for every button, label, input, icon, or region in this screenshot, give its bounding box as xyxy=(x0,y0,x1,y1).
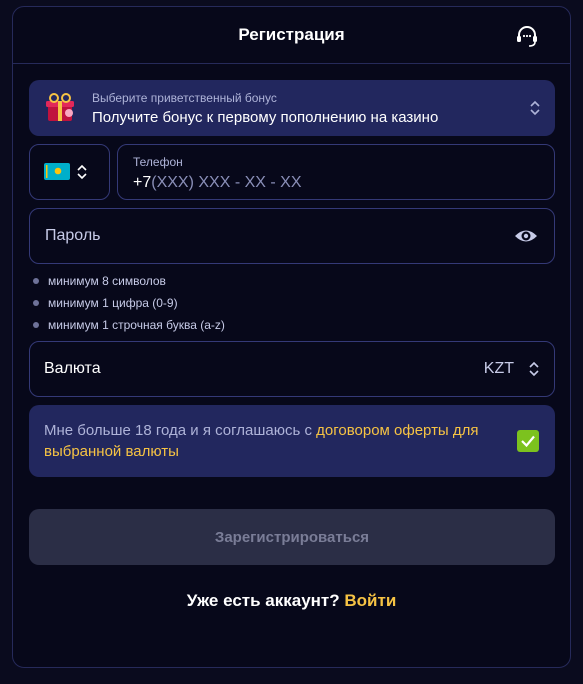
phone-mask: (XXX) XXX - XX - XX xyxy=(151,174,302,191)
agreement-box: Мне больше 18 года и я соглашаюсь с дого… xyxy=(29,405,555,477)
phone-input[interactable]: +7(XXX) XXX - XX - XX xyxy=(133,174,302,192)
phone-field[interactable]: Телефон +7(XXX) XXX - XX - XX xyxy=(117,144,555,200)
kazakhstan-flag-icon xyxy=(44,163,70,180)
support-headset-icon[interactable] xyxy=(514,23,540,49)
header: Регистрация xyxy=(13,7,570,64)
chevron-updown-icon xyxy=(77,164,87,180)
phone-prefix: +7 xyxy=(133,174,152,191)
password-rules: минимум 8 символов минимум 1 цифра (0-9)… xyxy=(33,270,225,336)
bonus-selector[interactable]: Выберите приветственный бонус Получите б… xyxy=(29,80,555,136)
currency-label: Валюта xyxy=(44,360,101,377)
page-title: Регистрация xyxy=(238,25,345,44)
register-button[interactable]: Зарегистрироваться xyxy=(29,509,555,565)
bullet-icon xyxy=(33,300,39,306)
phone-label: Телефон xyxy=(133,155,183,169)
agreement-text: Мне больше 18 года и я соглашаюсь с дого… xyxy=(44,422,479,460)
login-question: Уже есть аккаунт? xyxy=(186,591,340,610)
bullet-icon xyxy=(33,322,39,328)
bullet-icon xyxy=(33,278,39,284)
currency-selector[interactable]: Валюта KZT xyxy=(29,341,555,397)
password-placeholder: Пароль xyxy=(45,227,101,244)
chevron-updown-icon xyxy=(530,100,540,116)
password-field[interactable]: Пароль xyxy=(29,208,555,264)
chevron-updown-icon xyxy=(529,361,539,377)
agreement-checkbox[interactable] xyxy=(517,430,539,452)
password-rule: минимум 1 цифра (0-9) xyxy=(33,292,225,314)
checkmark-icon xyxy=(521,435,535,448)
login-prompt: Уже есть аккаунт? Войти xyxy=(13,591,570,611)
currency-value: KZT xyxy=(483,360,514,377)
bonus-value: Получите бонус к первому пополнению на к… xyxy=(92,109,439,126)
bonus-label: Выберите приветственный бонус xyxy=(92,91,277,105)
login-link[interactable]: Войти xyxy=(344,591,396,610)
eye-icon[interactable] xyxy=(514,226,538,246)
password-rule: минимум 1 строчная буква (a-z) xyxy=(33,314,225,336)
registration-panel: Регистрация Выберите приветственный бону… xyxy=(12,6,571,668)
country-selector[interactable] xyxy=(29,144,110,200)
gift-icon xyxy=(46,93,74,121)
password-rule: минимум 8 символов xyxy=(33,270,225,292)
